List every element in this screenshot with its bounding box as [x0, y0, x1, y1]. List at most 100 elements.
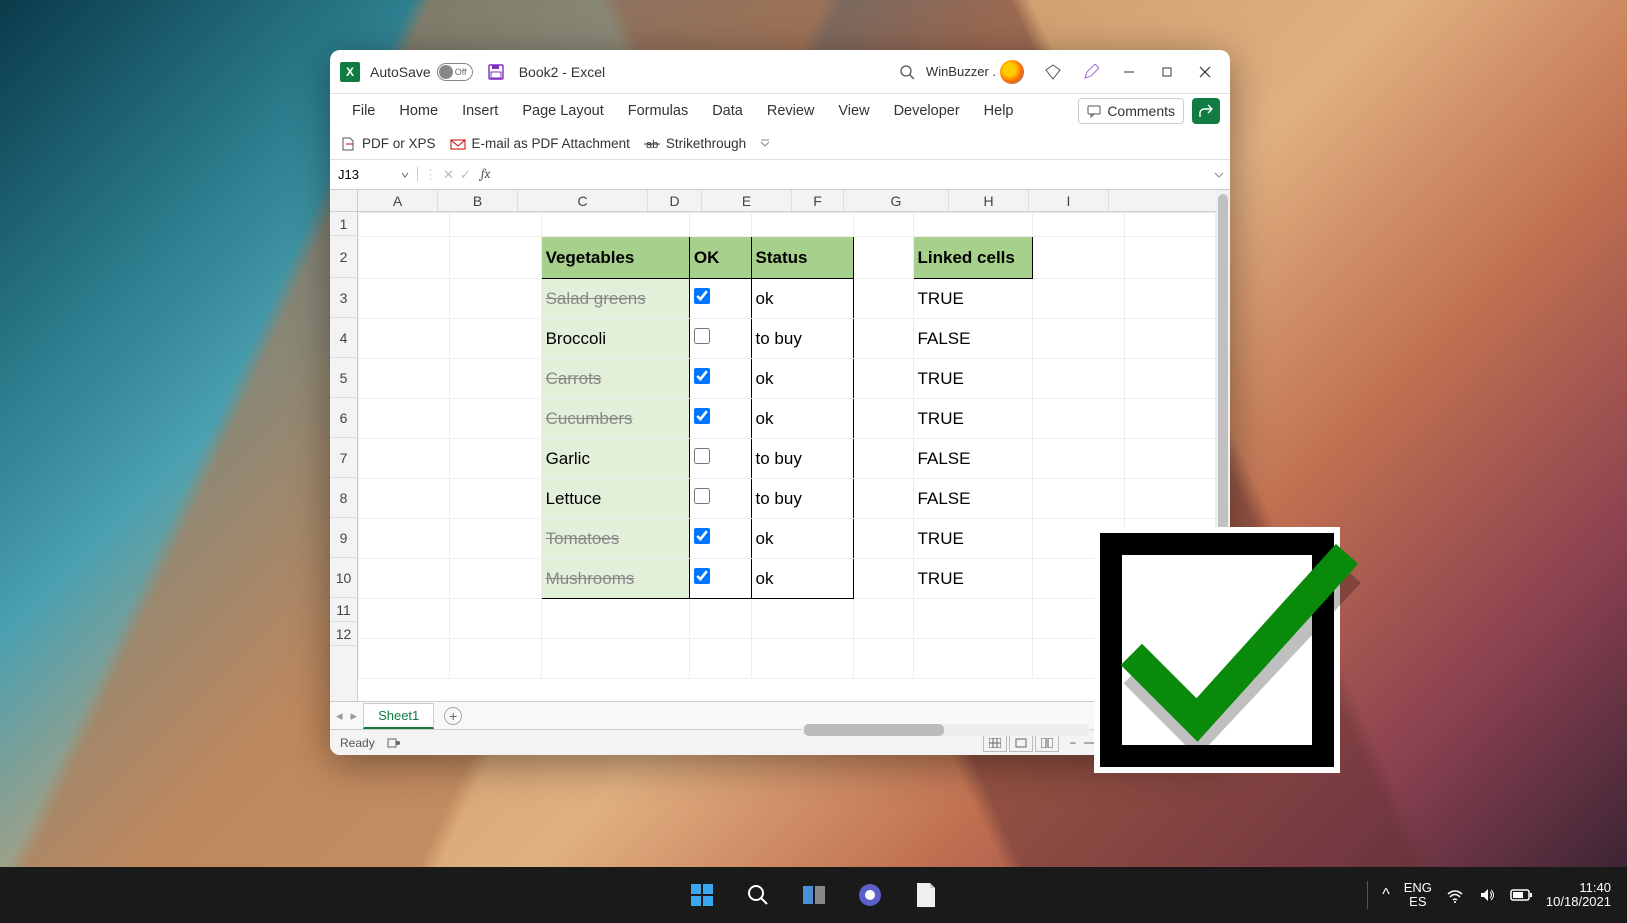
checkbox-cell[interactable] — [689, 279, 751, 319]
cell[interactable] — [854, 479, 913, 519]
row-header[interactable]: 6 — [330, 398, 357, 438]
checkbox-control[interactable] — [694, 368, 710, 384]
cell[interactable] — [751, 599, 854, 639]
cell[interactable] — [450, 237, 541, 279]
row-header[interactable]: 7 — [330, 438, 357, 478]
save-button[interactable] — [487, 63, 505, 81]
name-box[interactable]: J13 — [330, 167, 418, 182]
cell[interactable] — [450, 439, 541, 479]
cell[interactable] — [1033, 237, 1124, 279]
checkbox-cell[interactable] — [689, 359, 751, 399]
sheet-prev-icon[interactable]: ◂ — [336, 708, 343, 724]
linked-cell[interactable]: TRUE — [913, 279, 1033, 319]
cell[interactable] — [450, 319, 541, 359]
cell[interactable] — [450, 639, 541, 679]
battery-icon[interactable] — [1510, 888, 1532, 902]
status-cell[interactable]: to buy — [751, 319, 854, 359]
vegetable-cell[interactable]: Garlic — [541, 439, 689, 479]
cell[interactable] — [1033, 439, 1124, 479]
taskbar-search-button[interactable] — [736, 873, 780, 917]
tab-data[interactable]: Data — [700, 97, 755, 125]
cell[interactable] — [450, 399, 541, 439]
formula-input[interactable] — [498, 160, 1208, 189]
cell[interactable] — [450, 599, 541, 639]
cell[interactable] — [1033, 279, 1124, 319]
cell[interactable] — [359, 359, 450, 399]
cell[interactable] — [751, 639, 854, 679]
tab-page-layout[interactable]: Page Layout — [510, 97, 615, 125]
cell[interactable] — [854, 237, 913, 279]
cell[interactable]: OK — [689, 237, 751, 279]
col-header[interactable]: A — [358, 190, 438, 211]
checkbox-control[interactable] — [694, 568, 710, 584]
tab-home[interactable]: Home — [387, 97, 450, 125]
col-header[interactable]: G — [844, 190, 949, 211]
tab-insert[interactable]: Insert — [450, 97, 510, 125]
cell[interactable] — [450, 519, 541, 559]
vegetable-cell[interactable]: Carrots — [541, 359, 689, 399]
cell[interactable] — [359, 237, 450, 279]
cell[interactable] — [1124, 237, 1215, 279]
fx-icon[interactable]: fx — [481, 167, 491, 182]
row-header[interactable]: 2 — [330, 236, 357, 278]
qat-email-pdf[interactable]: E-mail as PDF Attachment — [450, 136, 630, 152]
status-cell[interactable]: ok — [751, 399, 854, 439]
checkbox-control[interactable] — [694, 488, 710, 504]
cell[interactable] — [854, 439, 913, 479]
checkbox-control[interactable] — [694, 288, 710, 304]
linked-cell[interactable]: TRUE — [913, 399, 1033, 439]
cell[interactable] — [541, 639, 689, 679]
vegetable-cell[interactable]: Salad greens — [541, 279, 689, 319]
cell[interactable] — [854, 399, 913, 439]
cell[interactable] — [689, 599, 751, 639]
col-header[interactable]: C — [518, 190, 648, 211]
taskbar-teams-icon[interactable] — [848, 873, 892, 917]
cell[interactable] — [450, 559, 541, 599]
vegetable-cell[interactable]: Mushrooms — [541, 559, 689, 599]
row-header[interactable]: 3 — [330, 278, 357, 318]
cell[interactable] — [359, 399, 450, 439]
linked-cell[interactable]: FALSE — [913, 319, 1033, 359]
cell[interactable] — [854, 639, 913, 679]
cell[interactable] — [541, 213, 689, 237]
tab-formulas[interactable]: Formulas — [616, 97, 700, 125]
tab-review[interactable]: Review — [755, 97, 827, 125]
tab-view[interactable]: View — [826, 97, 881, 125]
select-all-cells[interactable] — [330, 190, 358, 212]
cell[interactable] — [854, 319, 913, 359]
cell[interactable] — [450, 279, 541, 319]
tab-file[interactable]: File — [340, 97, 387, 125]
cell[interactable] — [689, 213, 751, 237]
cell[interactable] — [359, 279, 450, 319]
status-cell[interactable]: ok — [751, 559, 854, 599]
wifi-icon[interactable] — [1446, 886, 1464, 904]
cell[interactable] — [751, 213, 854, 237]
col-header[interactable]: H — [949, 190, 1029, 211]
volume-icon[interactable] — [1478, 886, 1496, 904]
row-header[interactable]: 4 — [330, 318, 357, 358]
view-page-break-icon[interactable] — [1035, 734, 1059, 752]
expand-formula-bar[interactable] — [1208, 170, 1230, 180]
tray-overflow-icon[interactable]: ^ — [1382, 886, 1390, 904]
cell[interactable] — [854, 359, 913, 399]
windows-taskbar[interactable]: ^ ENG ES 11:40 10/18/2021 — [0, 867, 1627, 923]
col-header[interactable]: I — [1029, 190, 1109, 211]
horizontal-scrollbar[interactable] — [802, 724, 1090, 736]
row-header[interactable]: 10 — [330, 558, 357, 598]
checkbox-control[interactable] — [694, 448, 710, 464]
cell[interactable]: Status — [751, 237, 854, 279]
sheet-next-icon[interactable]: ▸ — [351, 708, 358, 724]
close-button[interactable] — [1186, 52, 1224, 92]
status-cell[interactable]: to buy — [751, 439, 854, 479]
vegetable-cell[interactable]: Lettuce — [541, 479, 689, 519]
row-headers[interactable]: 123456789101112 — [330, 212, 358, 701]
linked-cell[interactable]: TRUE — [913, 519, 1033, 559]
cell[interactable] — [359, 599, 450, 639]
cell[interactable] — [1124, 439, 1215, 479]
checkbox-control[interactable] — [694, 408, 710, 424]
cell[interactable] — [1033, 399, 1124, 439]
scrollbar-thumb[interactable] — [804, 724, 944, 736]
cell[interactable] — [359, 479, 450, 519]
cell[interactable] — [1124, 359, 1215, 399]
status-cell[interactable]: ok — [751, 359, 854, 399]
